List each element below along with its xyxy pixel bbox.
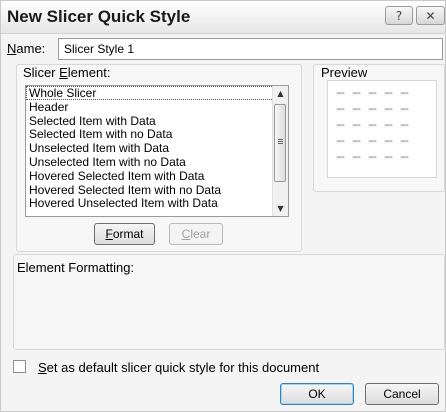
preview-item-icon: ««« (400, 107, 409, 113)
help-button[interactable]: ? (385, 6, 413, 25)
slicer-element-item[interactable]: Hovered Selected Item with Data (26, 169, 288, 183)
preview-item-icon: ««« (352, 155, 361, 161)
preview-item-icon: ««« (336, 123, 345, 129)
preview-item-icon: ««« (384, 107, 393, 113)
dialog-title: New Slicer Quick Style (7, 7, 191, 26)
default-style-label[interactable]: Set as default slicer quick style for th… (38, 360, 319, 375)
slicer-element-item[interactable]: Hovered Unselected Item with Data (26, 196, 288, 210)
format-button[interactable]: Format (94, 223, 155, 245)
preview-box: ««« ««« ««« ««« ««« ««« ««« ««« ««« ««« ««« ««« ««« «… (327, 80, 437, 178)
preview-item-icon: ««« (400, 91, 409, 97)
name-input[interactable]: Slicer Style 1 (58, 38, 443, 60)
grip-icon (278, 139, 283, 140)
close-icon: ✕ (425, 8, 436, 23)
preview-item-icon: ««« (384, 139, 393, 145)
preview-item-icon: ««« (368, 107, 377, 113)
slicer-element-label: Slicer Element: (23, 65, 111, 80)
name-label: Name: (7, 41, 46, 56)
preview-label: Preview (321, 65, 368, 80)
preview-item-icon: ««« (336, 139, 345, 145)
slicer-element-item[interactable]: Header (26, 100, 288, 114)
slicer-element-item[interactable]: Unselected Item with no Data (26, 155, 288, 169)
preview-row: ««« ««« ««« ««« ««« (336, 155, 412, 161)
preview-item-icon: ««« (352, 123, 361, 129)
title-bar: New Slicer Quick Style ? ✕ (1, 1, 445, 34)
preview-item-icon: ««« (368, 91, 377, 97)
preview-item-icon: ««« (368, 155, 377, 161)
slicer-element-item[interactable]: Whole Slicer (26, 86, 288, 100)
scroll-up-arrow-icon[interactable]: ▲ (273, 86, 288, 101)
preview-item-icon: ««« (368, 123, 377, 129)
preview-item-icon: ««« (352, 139, 361, 145)
clear-button[interactable]: Clear (169, 223, 223, 245)
scroll-thumb[interactable] (274, 104, 286, 182)
name-input-value: Slicer Style 1 (64, 42, 135, 56)
preview-row: ««« ««« ««« ««« ««« (336, 107, 412, 113)
preview-item-icon: ««« (336, 91, 345, 97)
slicer-element-list[interactable]: Whole Slicer Header Selected Item with Dat… (25, 85, 289, 217)
preview-item-icon: ««« (368, 139, 377, 145)
preview-item-icon: ««« (336, 107, 345, 113)
preview-item-icon: ««« (352, 107, 361, 113)
preview-row: ««« ««« ««« ««« ««« (336, 139, 412, 145)
slicer-element-item[interactable]: Selected Item with Data (26, 114, 288, 128)
element-formatting-label: Element Formatting: (17, 260, 135, 275)
preview-item-icon: ««« (400, 123, 409, 129)
list-scrollbar[interactable]: ▲ ▼ (272, 86, 288, 216)
cancel-button[interactable]: Cancel (365, 383, 439, 405)
default-style-checkbox[interactable] (13, 360, 26, 373)
help-icon: ? (395, 8, 403, 23)
slicer-element-item[interactable]: Selected Item with no Data (26, 127, 288, 141)
scroll-down-arrow-icon[interactable]: ▼ (273, 201, 288, 216)
slicer-element-items: Whole Slicer Header Selected Item with Dat… (26, 86, 288, 210)
preview-item-icon: ««« (400, 139, 409, 145)
close-button[interactable]: ✕ (416, 6, 445, 25)
slicer-element-item[interactable]: Unselected Item with Data (26, 141, 288, 155)
preview-item-icon: ««« (384, 155, 393, 161)
preview-item-icon: ««« (352, 91, 361, 97)
new-slicer-quick-style-dialog: New Slicer Quick Style ? ✕ Name: Slicer … (0, 0, 446, 412)
preview-item-icon: ««« (384, 123, 393, 129)
preview-item-icon: ««« (384, 91, 393, 97)
ok-button[interactable]: OK (280, 383, 354, 405)
preview-row: ««« ««« ««« ««« ««« (336, 123, 412, 129)
slicer-element-item[interactable]: Hovered Selected Item with no Data (26, 183, 288, 197)
preview-row: ««« ««« ««« ««« ««« (336, 91, 412, 97)
preview-item-icon: ««« (336, 155, 345, 161)
preview-item-icon: ««« (400, 155, 409, 161)
